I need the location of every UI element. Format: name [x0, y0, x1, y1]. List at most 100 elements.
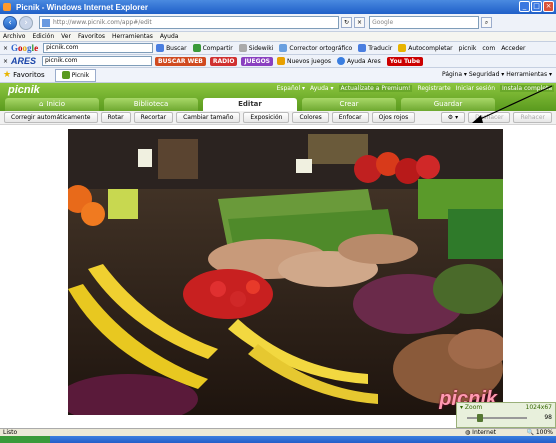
google-sidewiki-button[interactable]: Sidewiki	[238, 44, 273, 52]
login-link[interactable]: Iniciar sesión	[456, 85, 495, 92]
exposure-button[interactable]: Exposición	[243, 112, 290, 123]
colors-button[interactable]: Colores	[292, 112, 329, 123]
photo-preview[interactable]: picnik	[68, 129, 503, 415]
back-button[interactable]: ‹	[3, 15, 17, 30]
google-traducir-button[interactable]: Traducir	[358, 44, 392, 52]
menu-archivo[interactable]: Archivo	[3, 33, 25, 40]
editor-canvas: picnik ▾ Zoom 1024x67 98	[0, 125, 556, 428]
close-button[interactable]: ×	[543, 1, 554, 12]
refresh-button[interactable]: ↻	[341, 17, 353, 28]
tab-biblioteca[interactable]: Biblioteca	[104, 98, 198, 111]
picnik-header: picnik Español ▾ Ayuda ▾ Actualízate a P…	[0, 83, 556, 111]
browser-zoom[interactable]: 🔍 100%	[526, 429, 553, 436]
main-tabs: ⌂ Inicio Biblioteca Editar Crear Guardar	[5, 98, 495, 111]
youtube-button[interactable]: You Tube	[386, 56, 424, 66]
auto-fix-button[interactable]: Corregir automáticamente	[4, 112, 98, 123]
menu-herramientas[interactable]: Herramientas	[112, 33, 153, 40]
ares-toolbar: × ARES picnik.com BUSCAR WEB RADIO JUEGO…	[0, 55, 556, 68]
minimize-button[interactable]: _	[519, 1, 530, 12]
resize-button[interactable]: Cambiar tamaño	[176, 112, 241, 123]
favorites-label[interactable]: Favoritos	[13, 71, 45, 79]
rotate-button[interactable]: Rotar	[100, 112, 131, 123]
undo-button[interactable]: Deshacer	[468, 112, 511, 123]
ares-buscar-web-button[interactable]: BUSCAR WEB	[155, 56, 206, 66]
help-icon	[337, 57, 346, 65]
top-links: Español ▾ Ayuda ▾ Actualízate a Premium!…	[277, 85, 554, 92]
ares-radio-button[interactable]: RADIO	[209, 56, 238, 66]
status-text: Listo	[3, 429, 18, 436]
window-controls: _ □ ×	[519, 1, 554, 12]
ares-search-input[interactable]: picnik.com	[42, 56, 153, 66]
picnik-favicon	[61, 71, 70, 79]
options-dropdown[interactable]: ⚙ ▾	[440, 112, 466, 123]
google-picnik-button[interactable]: picnik	[459, 45, 477, 52]
menu-ver[interactable]: Ver	[61, 33, 71, 40]
zoom-slider-track[interactable]	[467, 417, 527, 419]
search-icon[interactable]: ⌕	[481, 17, 493, 28]
image-size: 1024x67	[525, 404, 552, 411]
address-text: http://www.picnik.com/app#/edit	[53, 19, 152, 26]
ares-juegos-button[interactable]: JUEGOS	[241, 56, 273, 66]
spellcheck-icon	[279, 44, 288, 52]
translate-icon	[358, 44, 367, 52]
red-eye-button[interactable]: Ojos rojos	[371, 112, 416, 123]
search-icon	[156, 44, 165, 52]
zoom-slider-handle[interactable]	[477, 414, 483, 422]
help-link[interactable]: Ayuda ▾	[310, 85, 333, 92]
menu-ayuda[interactable]: Ayuda	[160, 33, 179, 40]
tab-guardar[interactable]: Guardar	[401, 98, 495, 111]
menu-edicion[interactable]: Edición	[32, 33, 54, 40]
search-input[interactable]: Google	[369, 16, 480, 29]
share-icon	[192, 44, 201, 52]
crop-button[interactable]: Recortar	[133, 112, 174, 123]
window-title: Picnik - Windows Internet Explorer	[16, 2, 148, 12]
status-bar: Listo ◍ Internet 🔍 100%	[0, 428, 556, 436]
stop-button[interactable]: ×	[354, 17, 366, 28]
tab-editar[interactable]: Editar	[203, 98, 297, 111]
install-link[interactable]: Instala completa	[500, 85, 554, 92]
command-bar[interactable]: Página ▾ Seguridad ▾ Herramientas ▾	[442, 71, 552, 78]
picnik-logo: picnik	[8, 84, 40, 96]
premium-link[interactable]: Actualízate a Premium!	[338, 85, 413, 92]
maximize-button[interactable]: □	[531, 1, 542, 12]
games-icon	[277, 57, 285, 65]
history-controls: ⚙ ▾ Deshacer Rehacer	[440, 112, 552, 123]
redo-button[interactable]: Rehacer	[513, 112, 552, 123]
ares-nuevos-juegos-button[interactable]: Nuevos juegos	[277, 57, 331, 65]
tab-inicio[interactable]: ⌂ Inicio	[5, 98, 99, 111]
google-toolbar: × Google picnik.com Buscar Compartir Sid…	[0, 42, 556, 55]
google-acceder-button[interactable]: Acceder	[501, 45, 525, 52]
register-link[interactable]: Registrarte	[417, 85, 450, 92]
forward-button[interactable]: ›	[19, 15, 33, 30]
windows-taskbar	[0, 436, 556, 443]
favorites-star-icon[interactable]: ★	[3, 70, 11, 80]
close-toolbar-icon[interactable]: ×	[3, 45, 8, 52]
zoom-panel: ▾ Zoom 1024x67 98	[456, 402, 556, 428]
page-icon	[42, 18, 50, 27]
sharpen-button[interactable]: Enfocar	[331, 112, 369, 123]
google-corrector-button[interactable]: Corrector ortográfico	[279, 44, 352, 52]
google-com-button[interactable]: com	[482, 45, 495, 52]
window-titlebar: Picnik - Windows Internet Explorer _ □ ×	[0, 0, 556, 14]
address-input[interactable]: http://www.picnik.com/app#/edit	[39, 16, 339, 29]
google-buscar-button[interactable]: Buscar	[156, 44, 187, 52]
language-link[interactable]: Español ▾	[277, 85, 305, 92]
favorites-bar: ★ Favoritos Picnik Página ▾ Seguridad ▾ …	[0, 68, 556, 83]
picnik-app: picnik Español ▾ Ayuda ▾ Actualízate a P…	[0, 83, 556, 428]
tab-crear[interactable]: Crear	[302, 98, 396, 111]
menu-bar: Archivo Edición Ver Favoritos Herramient…	[0, 32, 556, 42]
sidewiki-icon	[238, 44, 247, 52]
ares-ayuda-button[interactable]: Ayuda Ares	[337, 57, 381, 65]
ie-icon	[3, 3, 11, 11]
start-button[interactable]	[0, 436, 50, 443]
zoom-label: ▾ Zoom	[460, 404, 483, 411]
google-search-input[interactable]: picnik.com	[43, 43, 154, 53]
browser-tab-picnik[interactable]: Picnik	[54, 68, 97, 82]
google-autocompletar-button[interactable]: Autocompletar	[398, 44, 453, 52]
google-compartir-button[interactable]: Compartir	[192, 44, 233, 52]
ares-logo: ARES	[11, 56, 37, 66]
close-toolbar-icon[interactable]: ×	[3, 58, 8, 65]
menu-favoritos[interactable]: Favoritos	[78, 33, 105, 40]
globe-icon: ◍	[465, 429, 471, 436]
autofill-icon	[398, 44, 407, 52]
